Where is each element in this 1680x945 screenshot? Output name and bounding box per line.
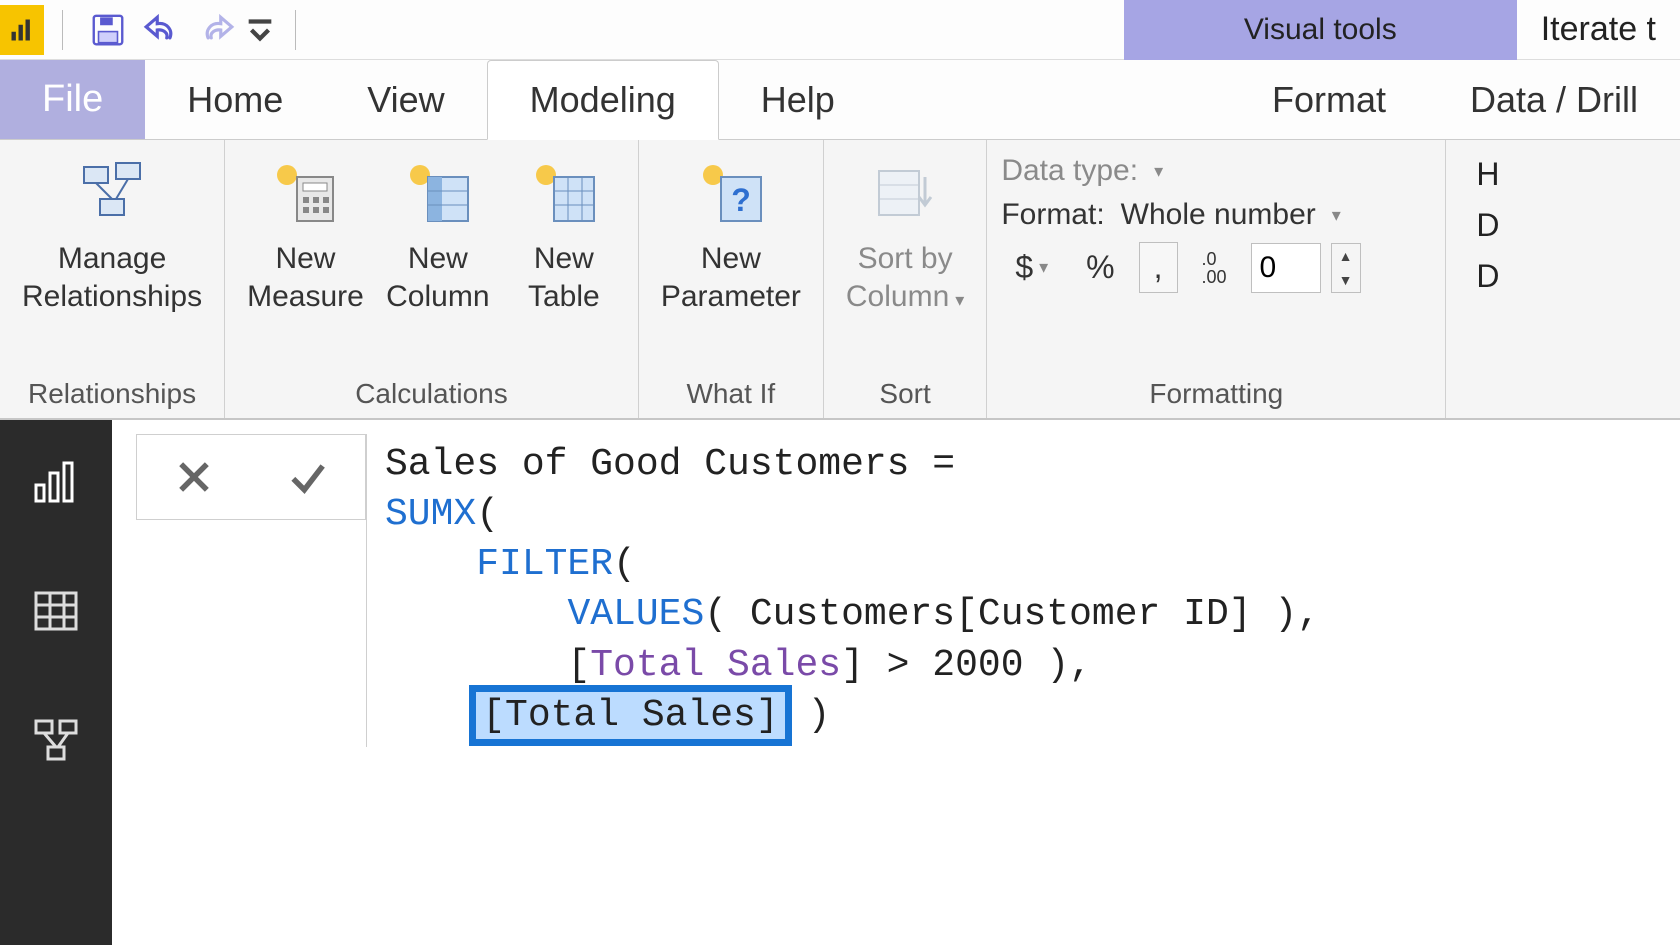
column-icon	[397, 152, 479, 234]
save-button[interactable]	[81, 5, 135, 55]
tab-label: File	[42, 78, 103, 121]
group-caption: What If	[687, 374, 776, 418]
manage-relationships-button[interactable]: Manage Relationships	[14, 146, 210, 315]
tab-label: View	[367, 79, 444, 121]
ribbon: Manage Relationships Relationships New M…	[0, 140, 1680, 420]
model-view-button[interactable]	[21, 706, 91, 776]
redo-button[interactable]	[189, 5, 243, 55]
report-view-button[interactable]	[21, 446, 91, 516]
undo-button[interactable]	[135, 5, 189, 55]
group-caption: Sort	[879, 374, 930, 418]
tab-label: Modeling	[530, 79, 676, 121]
cutoff-text: H	[1476, 156, 1499, 193]
table-column-ref: Customers[Customer ID]	[750, 593, 1252, 636]
literal-number: 2000	[932, 644, 1023, 687]
workspace: Iter Sales of Good Customers = SUMX( FIL…	[0, 420, 1680, 945]
qat-separator	[295, 10, 296, 50]
qat-separator	[62, 10, 63, 50]
qat-customize-button[interactable]	[243, 5, 277, 55]
button-label: New Parameter	[661, 240, 801, 315]
measure-name: Sales of Good Customers	[385, 443, 910, 486]
new-table-button[interactable]: New Table	[504, 146, 624, 315]
button-label: Sort by Column▾	[846, 240, 964, 315]
svg-text:?: ?	[731, 182, 751, 218]
contextual-tab-label: Visual tools	[1244, 13, 1397, 47]
thousands-separator-button[interactable]: ,	[1139, 242, 1178, 293]
format-label: Format:	[1001, 198, 1104, 232]
group-caption: Formatting	[1149, 374, 1283, 418]
group-caption: Calculations	[355, 374, 508, 418]
chevron-down-icon: ▾	[955, 290, 964, 310]
fn-values: VALUES	[567, 593, 704, 636]
tab-modeling[interactable]: Modeling	[487, 60, 719, 140]
tab-file[interactable]: File	[0, 60, 145, 139]
cutoff-text: D	[1476, 207, 1499, 244]
formula-bar-buttons	[136, 434, 366, 520]
data-view-button[interactable]	[21, 576, 91, 646]
tab-label: Home	[187, 79, 283, 121]
relationships-icon	[71, 152, 153, 234]
group-whatif: ? New Parameter What If	[639, 140, 824, 418]
equals: =	[910, 443, 978, 486]
button-label: Manage Relationships	[22, 240, 202, 315]
app-icon	[0, 5, 44, 55]
spinner-down[interactable]: ▼	[1332, 268, 1360, 292]
currency-symbol: $	[1015, 249, 1033, 286]
group-cutoff-right: H D D	[1446, 140, 1513, 418]
currency-format-button[interactable]: $ ▾	[1001, 243, 1062, 292]
spinner-up[interactable]: ▲	[1332, 244, 1360, 268]
group-sort: Sort by Column▾ Sort	[824, 140, 987, 418]
decimal-places-input[interactable]	[1251, 243, 1321, 293]
tab-help[interactable]: Help	[719, 60, 877, 139]
decimal-spinner[interactable]: ▲ ▼	[1331, 243, 1361, 293]
new-column-button[interactable]: New Column	[378, 146, 498, 315]
formula-bar: Sales of Good Customers = SUMX( FILTER( …	[136, 434, 1680, 794]
fn-sumx: SUMX	[385, 493, 476, 536]
percent-format-button[interactable]: %	[1072, 243, 1128, 292]
fn-filter: FILTER	[476, 543, 613, 586]
decimal-places-icon: .0 .00	[1188, 244, 1241, 292]
view-switcher	[0, 420, 112, 945]
formula-cancel-button[interactable]	[164, 447, 224, 507]
report-canvas[interactable]: Iter Sales of Good Customers = SUMX( FIL…	[112, 420, 1680, 945]
data-type-label: Data type:	[1001, 154, 1138, 188]
parameter-icon: ?	[690, 152, 772, 234]
cutoff-text: D	[1476, 258, 1499, 295]
tab-view[interactable]: View	[325, 60, 486, 139]
measure-ref: Total Sales	[590, 644, 841, 687]
group-relationships: Manage Relationships Relationships	[0, 140, 225, 418]
tab-home[interactable]: Home	[145, 60, 325, 139]
measure-icon	[264, 152, 346, 234]
tab-data-drill[interactable]: Data / Drill	[1428, 60, 1680, 139]
tab-format[interactable]: Format	[1230, 60, 1428, 139]
tab-label: Data / Drill	[1470, 79, 1638, 121]
ribbon-tabs: File Home View Modeling Help Format Data…	[0, 60, 1680, 140]
format-value: Whole number	[1121, 198, 1316, 232]
group-caption: Relationships	[28, 374, 196, 418]
formula-selection: [Total Sales]	[476, 692, 784, 739]
tab-label: Format	[1272, 79, 1386, 121]
chevron-down-icon: ▾	[1039, 257, 1048, 278]
group-calculations: New Measure New Column New Table Calcula…	[225, 140, 639, 418]
sort-by-column-button[interactable]: Sort by Column▾	[838, 146, 972, 315]
contextual-tab-visual-tools: Visual tools	[1124, 0, 1517, 60]
sort-icon	[864, 152, 946, 234]
comma-symbol: ,	[1154, 249, 1163, 286]
table-icon	[523, 152, 605, 234]
new-measure-button[interactable]: New Measure	[239, 146, 372, 315]
button-label: New Measure	[247, 240, 364, 315]
button-label: New Table	[528, 240, 600, 315]
formula-commit-button[interactable]	[278, 447, 338, 507]
chevron-down-icon: ▾	[1332, 205, 1341, 226]
percent-symbol: %	[1086, 249, 1114, 286]
new-parameter-button[interactable]: ? New Parameter	[653, 146, 809, 315]
chevron-down-icon[interactable]: ▾	[1154, 161, 1163, 182]
button-label: New Column	[386, 240, 489, 315]
group-formatting: Data type: ▾ Format: Whole number ▾ $ ▾ …	[987, 140, 1446, 418]
format-dropdown[interactable]: Format: Whole number ▾	[1001, 198, 1431, 232]
window-title-fragment: Iterate t	[1517, 10, 1680, 49]
title-bar: Visual tools Iterate t	[0, 0, 1680, 60]
formula-editor[interactable]: Sales of Good Customers = SUMX( FILTER( …	[366, 434, 1680, 747]
tab-label: Help	[761, 79, 835, 121]
